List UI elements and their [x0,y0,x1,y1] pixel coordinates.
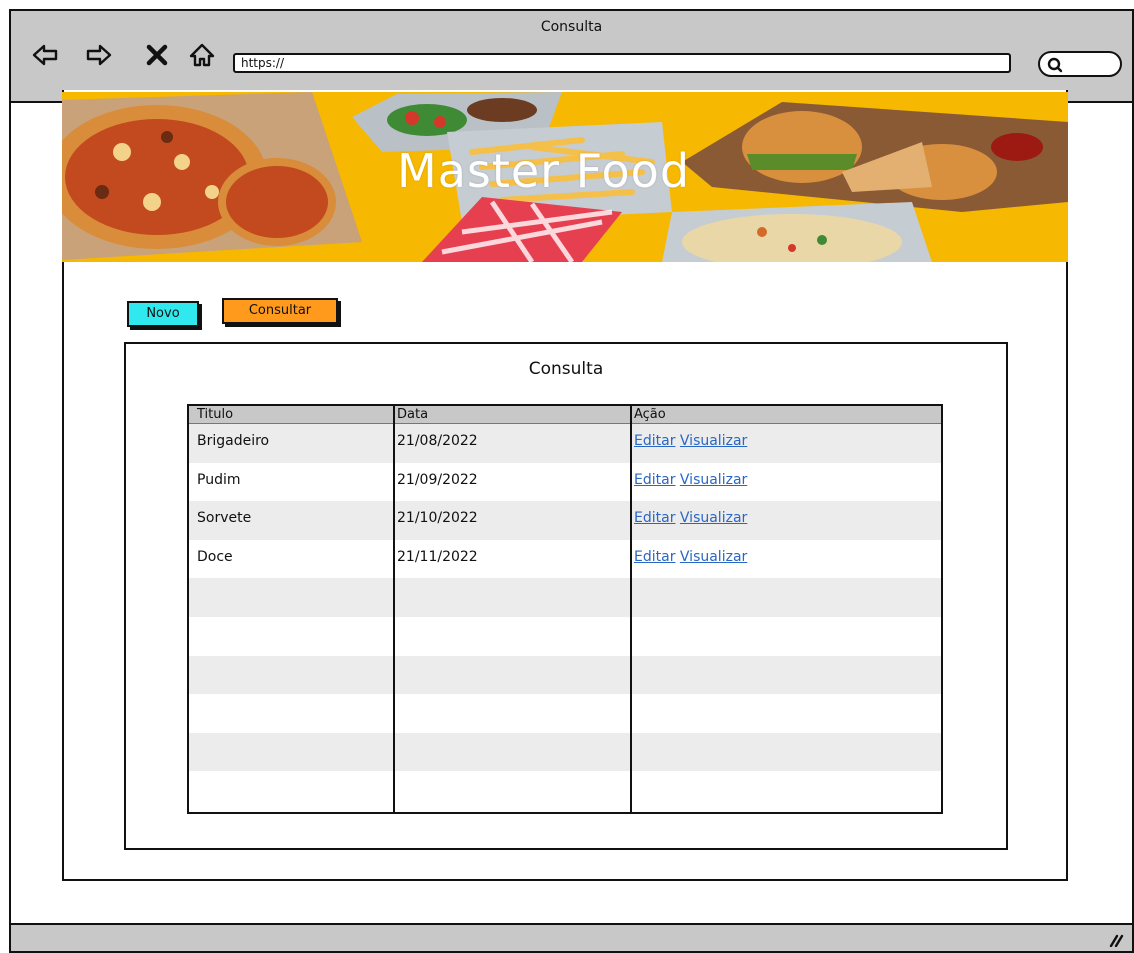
home-icon[interactable] [188,41,216,69]
header-acao: Ação [634,407,666,422]
empty-table-row [189,771,941,810]
header-titulo: Titulo [197,407,234,422]
table-row: Pudim 21/09/2022 Editar Visualizar [189,463,941,502]
cell-titulo: Doce [197,548,233,565]
browser-statusbar [11,923,1132,951]
consulta-table: Titulo Data Ação Brigadeiro 21/08/2022 E… [187,404,943,814]
empty-table-row [189,617,941,656]
forward-icon[interactable] [85,41,113,69]
cell-titulo: Brigadeiro [197,433,270,449]
panel-title: Consulta [528,359,604,379]
table-header: Titulo Data Ação [189,406,941,424]
url-input[interactable]: https:// [233,53,1011,73]
banner-title: Master Food [397,144,691,198]
cell-data: 21/08/2022 [397,433,478,449]
back-icon[interactable] [31,41,59,69]
consultar-button[interactable]: Consultar [222,298,338,324]
search-icon [1047,57,1063,73]
table-row: Brigadeiro 21/08/2022 Editar Visualizar [189,424,941,463]
column-divider [393,406,395,812]
table-row: Sorvete 21/10/2022 Editar Visualizar [189,501,941,540]
cell-data: 21/10/2022 [397,510,478,527]
resize-handle-icon[interactable] [1108,933,1124,947]
editar-link[interactable]: Editar [634,472,675,488]
editar-link[interactable]: Editar [634,433,675,449]
header-data: Data [397,407,429,422]
editar-link[interactable]: Editar [634,549,675,565]
editar-link[interactable]: Editar [634,510,675,526]
visualizar-link[interactable]: Visualizar [680,549,747,565]
cell-titulo: Pudim [197,471,241,488]
stop-icon[interactable] [143,41,171,69]
empty-table-row [189,732,941,772]
visualizar-link[interactable]: Visualizar [680,433,747,449]
window-title: Consulta [540,19,603,35]
empty-table-row [189,578,941,617]
empty-table-row [189,694,941,733]
visualizar-link[interactable]: Visualizar [680,472,747,488]
novo-button[interactable]: Novo [127,301,199,327]
cell-data: 21/11/2022 [397,548,478,565]
cell-data: 21/09/2022 [397,471,478,488]
visualizar-link[interactable]: Visualizar [680,510,747,526]
browser-search-button[interactable] [1038,51,1122,77]
table-row: Doce 21/11/2022 Editar Visualizar [189,540,941,579]
cell-titulo: Sorvete [197,510,252,527]
banner: Master Food [62,92,1068,262]
empty-table-row [189,655,941,695]
column-divider [630,406,632,812]
